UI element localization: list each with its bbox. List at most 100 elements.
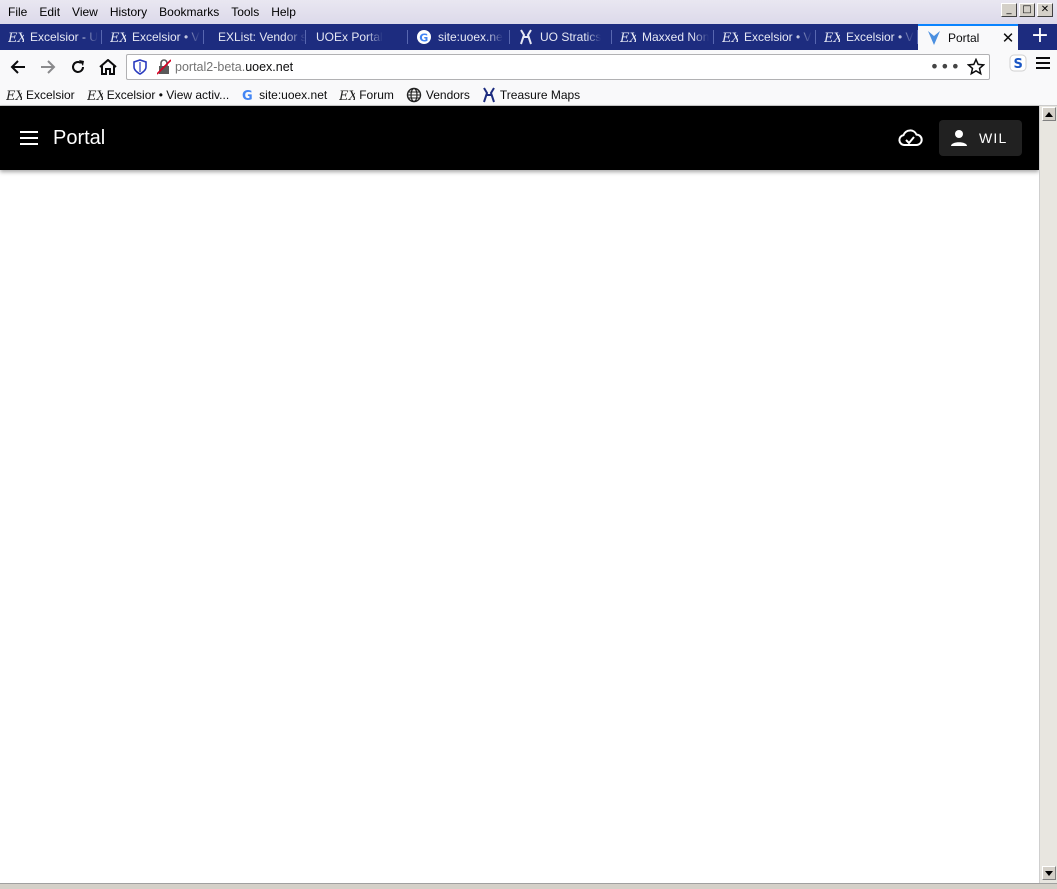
user-account-button[interactable]: WIL [939, 120, 1022, 156]
menu-history[interactable]: History [104, 2, 153, 22]
tab-label: Excelsior - U [30, 30, 99, 44]
tab[interactable]: EX Excelsior • V [102, 24, 204, 50]
tab-label: UOEx Portal [316, 30, 383, 44]
tab[interactable]: EX Maxxed Non [612, 24, 714, 50]
user-label: WIL [979, 130, 1008, 146]
page-content: Portal WIL [0, 106, 1039, 883]
hamburger-menu-icon[interactable] [1035, 55, 1051, 71]
portal-icon [926, 30, 942, 46]
svg-text:EX: EX [722, 31, 738, 44]
toolbar-extensions: S [1009, 54, 1051, 72]
bookmark-star-icon[interactable] [967, 58, 985, 76]
arrow-down-icon [1045, 870, 1053, 876]
svg-text:S: S [1014, 57, 1023, 72]
reload-icon [72, 60, 84, 73]
tab[interactable]: EXList: Vendor se [204, 24, 306, 50]
minimize-button[interactable]: _ [1001, 3, 1017, 17]
bookmark-item[interactable]: EX Excelsior [6, 88, 75, 102]
nav-menu-button[interactable] [17, 126, 41, 150]
svg-text:EX: EX [824, 31, 840, 44]
svg-text:EX: EX [110, 31, 126, 44]
person-icon [951, 130, 967, 146]
menu-edit[interactable]: Edit [33, 2, 66, 22]
tab[interactable]: UO Stratics [510, 24, 612, 50]
tab[interactable]: EX Excelsior • V [714, 24, 816, 50]
ex-icon: EX [8, 29, 24, 45]
menu-icon [20, 131, 38, 145]
google-icon: G [416, 29, 432, 45]
forward-button[interactable] [34, 53, 62, 81]
stratics-icon [518, 29, 534, 45]
new-tab-button[interactable]: + [1023, 24, 1057, 50]
bookmark-item[interactable]: EX Forum [339, 88, 394, 102]
tab-label: Excelsior • V [846, 30, 914, 44]
address-bar[interactable]: portal2-beta.uoex.net ••• [126, 54, 990, 80]
bookmark-label: Excelsior • View activ... [106, 87, 230, 102]
cloud-sync-icon[interactable] [897, 126, 923, 150]
stratics-icon [482, 86, 496, 103]
bookmark-item[interactable]: Treasure Maps [482, 86, 580, 103]
svg-text:G: G [419, 32, 428, 45]
url-actions: ••• [930, 57, 985, 77]
window-bottom-edge [0, 883, 1057, 889]
svg-text:EX: EX [8, 31, 24, 44]
extension-s-icon[interactable]: S [1009, 54, 1027, 72]
menu-bookmarks[interactable]: Bookmarks [153, 2, 225, 22]
ex-icon: EX [87, 88, 103, 102]
bookmark-item[interactable]: Gsite:uoex.net [241, 88, 327, 102]
ex-icon: EX [824, 29, 840, 45]
google-icon: G [241, 88, 255, 102]
window-controls: _ □ ✕ [1001, 3, 1053, 17]
vertical-scrollbar[interactable] [1039, 106, 1057, 883]
insecure-lock-icon[interactable] [157, 59, 171, 75]
close-window-button[interactable]: ✕ [1037, 3, 1053, 17]
ex-icon: EX [6, 88, 22, 102]
scroll-down-button[interactable] [1042, 866, 1056, 880]
tab-label: Maxxed Non [642, 30, 710, 44]
reload-button[interactable] [64, 53, 92, 81]
tab-strip: EX Excelsior - U EX Excelsior • V EXList: … [0, 24, 1057, 50]
bookmarks-toolbar: EXExcelsior EXExcelsior • View activ... … [0, 84, 1057, 106]
globe-icon [406, 87, 422, 103]
url-text: portal2-beta.uoex.net [175, 60, 293, 74]
maximize-button[interactable]: □ [1019, 3, 1035, 17]
url-prefix: portal2-beta. [175, 60, 246, 74]
tab-label: Excelsior • V [132, 30, 200, 44]
menu-view[interactable]: View [66, 2, 104, 22]
scroll-up-button[interactable] [1042, 107, 1056, 121]
ex-icon: EX [339, 88, 355, 102]
bookmark-item[interactable]: EXExcelsior • View activ... [87, 88, 229, 102]
tab[interactable]: UOEx Portal [306, 24, 408, 50]
arrow-up-icon [1045, 111, 1053, 117]
tab-label: EXList: Vendor se [218, 30, 306, 44]
back-button[interactable] [4, 53, 32, 81]
tab-active[interactable]: Portal ✕ [918, 24, 1018, 50]
page-actions-icon[interactable]: ••• [930, 57, 961, 77]
menu-file[interactable]: File [2, 2, 33, 22]
menu-help[interactable]: Help [265, 2, 302, 22]
tab[interactable]: Gsite:uoex.ne [408, 24, 510, 50]
menu-tools[interactable]: Tools [225, 2, 265, 22]
bookmark-label: Vendors [425, 87, 470, 102]
back-arrow-icon [10, 60, 25, 74]
tab-label: UO Stratics [540, 30, 602, 44]
bookmark-label: site:uoex.net [259, 87, 328, 102]
ex-icon: EX [722, 29, 738, 45]
svg-text:EX: EX [87, 89, 103, 102]
bookmark-item[interactable]: Vendors [406, 87, 470, 103]
ex-icon: EX [620, 29, 636, 45]
tab[interactable]: EX Excelsior • V [816, 24, 918, 50]
bookmark-label: Forum [359, 87, 394, 102]
svg-text:EX: EX [6, 89, 22, 102]
tab[interactable]: EX Excelsior - U [0, 24, 102, 50]
home-icon [99, 59, 117, 75]
tab-label: Excelsior • V [744, 30, 812, 44]
close-tab-icon[interactable]: ✕ [998, 29, 1018, 47]
page-title: Portal [53, 126, 106, 149]
ex-icon: EX [110, 29, 126, 45]
svg-text:EX: EX [620, 31, 636, 44]
tracking-shield-icon[interactable] [133, 59, 147, 75]
url-host: uoex.net [245, 60, 294, 74]
bookmark-label: Excelsior [26, 87, 75, 102]
home-button[interactable] [94, 53, 122, 81]
